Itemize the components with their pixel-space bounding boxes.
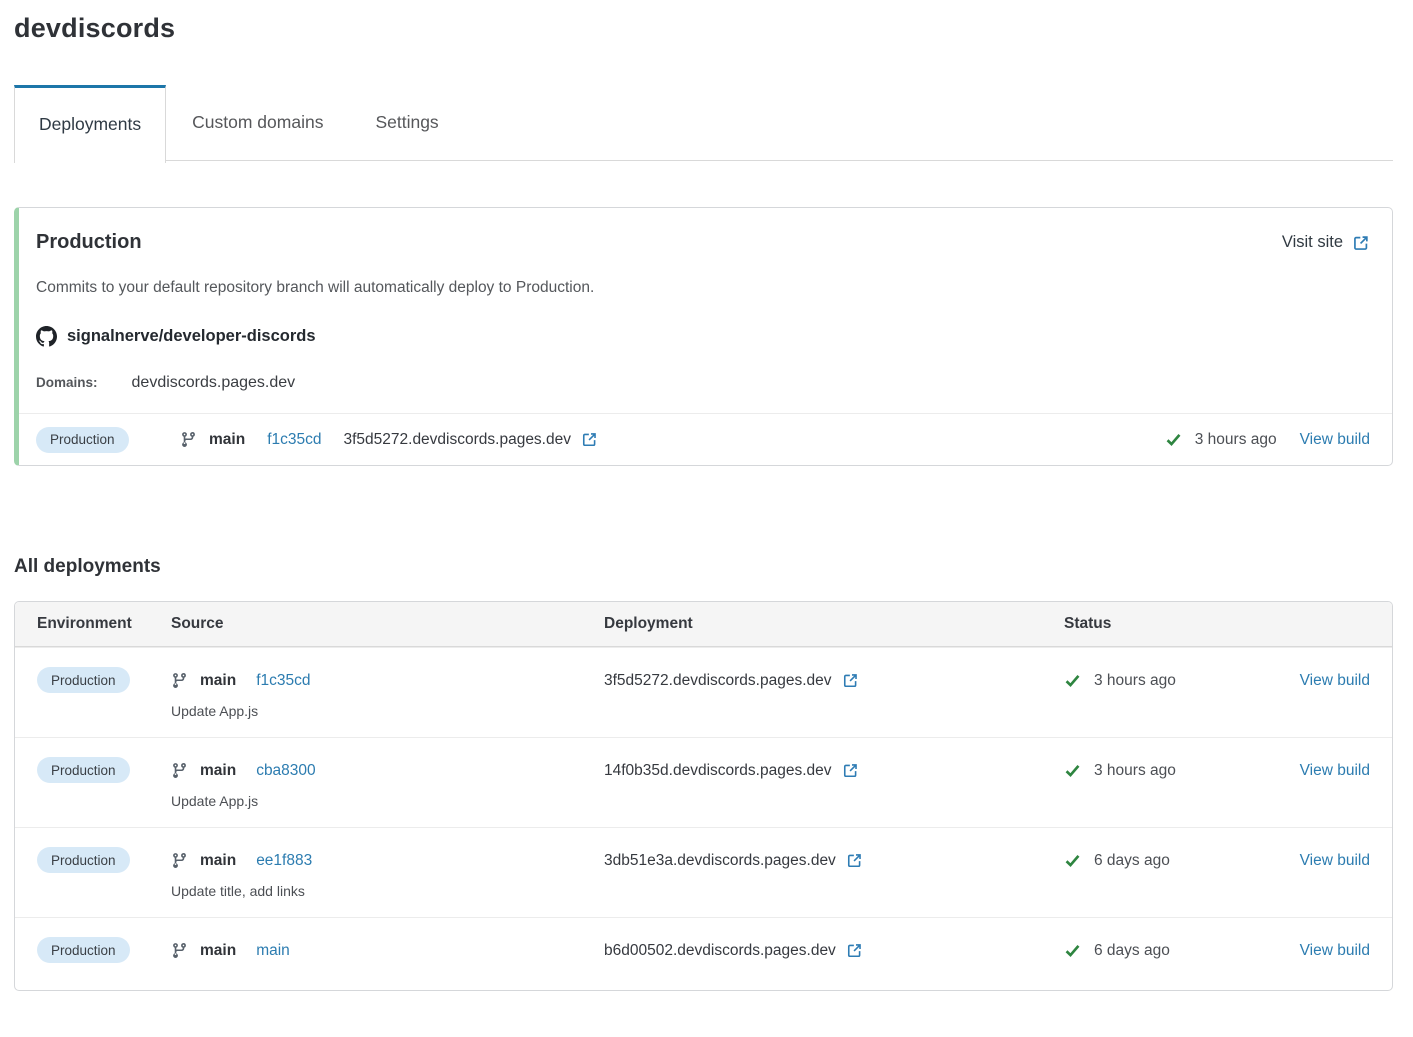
view-build-link[interactable]: View build (1300, 431, 1370, 449)
column-header-source: Source (171, 615, 604, 633)
deployment-url: 3f5d5272.devdiscords.pages.dev (343, 431, 571, 449)
git-branch-icon (171, 762, 188, 779)
branch-name: main (209, 431, 245, 449)
environment-badge: Production (37, 847, 130, 873)
commit-link[interactable]: cba8300 (256, 762, 315, 780)
external-link-icon[interactable] (842, 762, 859, 779)
production-deployment-row: Production main f1c35cd 3f5d5272.devdisc… (19, 413, 1392, 465)
deployment-url-link[interactable]: 3f5d5272.devdiscords.pages.dev (343, 431, 598, 449)
deployment-url: 3db51e3a.devdiscords.pages.dev (604, 852, 836, 870)
tab-deployments[interactable]: Deployments (14, 85, 166, 163)
tab-custom-domains[interactable]: Custom domains (166, 85, 349, 160)
visit-site-link[interactable]: Visit site (1282, 233, 1370, 252)
table-row: Production main ee1f883 Update title, ad… (15, 827, 1392, 917)
tab-settings-label: Settings (375, 112, 438, 133)
branch-name: main (200, 672, 236, 690)
table-row: Production main f1c35cd Update App.js 3f… (15, 647, 1392, 737)
commit-link[interactable]: ee1f883 (256, 852, 312, 870)
domains-label: Domains: (36, 375, 98, 390)
environment-badge: Production (36, 427, 129, 453)
check-icon (1064, 762, 1081, 779)
deployments-table: Environment Source Deployment Status Pro… (14, 601, 1393, 991)
status-time: 6 days ago (1094, 942, 1170, 960)
commit-link[interactable]: f1c35cd (267, 431, 321, 449)
check-icon (1064, 672, 1081, 689)
git-branch-icon (171, 852, 188, 869)
production-card-title: Production (36, 231, 142, 254)
table-row: Production main cba8300 Update App.js 14… (15, 737, 1392, 827)
deployment-url: b6d00502.devdiscords.pages.dev (604, 942, 836, 960)
external-link-icon[interactable] (842, 672, 859, 689)
status-time: 3 hours ago (1195, 431, 1277, 449)
git-branch-icon (180, 431, 197, 448)
tab-settings[interactable]: Settings (349, 85, 464, 160)
table-row: Production main main b6d00502.devdiscord… (15, 917, 1392, 990)
all-deployments-title: All deployments (14, 556, 1393, 578)
commit-link[interactable]: main (256, 942, 290, 960)
check-icon (1165, 431, 1182, 448)
environment-badge: Production (37, 937, 130, 963)
production-card: Production Visit site Commits to your de… (14, 207, 1393, 466)
github-icon (36, 326, 57, 347)
domains-value: devdiscords.pages.dev (132, 374, 296, 392)
external-link-icon[interactable] (846, 942, 863, 959)
deployment-url: 3f5d5272.devdiscords.pages.dev (604, 672, 832, 690)
page-title: devdiscords (14, 13, 1393, 44)
check-icon (1064, 942, 1081, 959)
view-build-link[interactable]: View build (1300, 942, 1370, 960)
visit-site-label: Visit site (1282, 233, 1343, 252)
commit-message: Update App.js (171, 793, 604, 809)
git-branch-icon (171, 672, 188, 689)
repo-name: signalnerve/developer-discords (67, 327, 316, 346)
column-header-status: Status (1064, 615, 1284, 633)
view-build-link[interactable]: View build (1300, 762, 1370, 780)
branch-name: main (200, 852, 236, 870)
table-header-row: Environment Source Deployment Status (15, 602, 1392, 647)
tab-bar: Deployments Custom domains Settings (14, 85, 1393, 161)
status-time: 3 hours ago (1094, 672, 1176, 690)
branch-name: main (200, 942, 236, 960)
external-link-icon[interactable] (846, 852, 863, 869)
environment-badge: Production (37, 667, 130, 693)
page-root: devdiscords Deployments Custom domains S… (0, 0, 1413, 1006)
branch-name: main (200, 762, 236, 780)
environment-badge: Production (37, 757, 130, 783)
status-time: 3 hours ago (1094, 762, 1176, 780)
external-link-icon (581, 431, 598, 448)
commit-message: Update App.js (171, 703, 604, 719)
status-time: 6 days ago (1094, 852, 1170, 870)
check-icon (1064, 852, 1081, 869)
production-description: Commits to your default repository branc… (36, 279, 1370, 297)
column-header-environment: Environment (37, 615, 171, 633)
git-branch-icon (171, 942, 188, 959)
external-link-icon (1352, 234, 1370, 252)
deployment-url: 14f0b35d.devdiscords.pages.dev (604, 762, 832, 780)
commit-message: Update title, add links (171, 883, 604, 899)
tab-deployments-label: Deployments (39, 114, 141, 135)
commit-link[interactable]: f1c35cd (256, 672, 310, 690)
view-build-link[interactable]: View build (1300, 672, 1370, 690)
tab-custom-domains-label: Custom domains (192, 112, 323, 133)
view-build-link[interactable]: View build (1300, 852, 1370, 870)
column-header-deployment: Deployment (604, 615, 1064, 633)
